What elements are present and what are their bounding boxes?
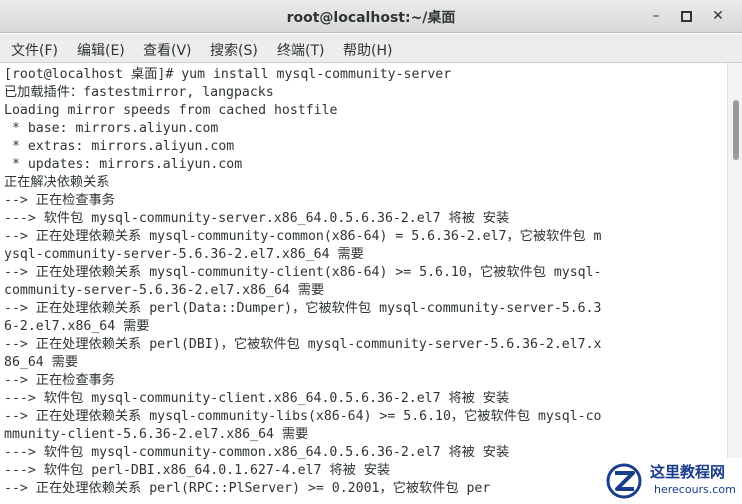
menu-edit[interactable]: 编辑(E) — [77, 40, 125, 60]
terminal-line: --> 正在处理依赖关系 mysql-community-client(x86-… — [4, 265, 602, 280]
terminal-line: 86_64 需要 — [4, 355, 79, 370]
terminal-line: 已加载插件：fastestmirror, langpacks — [4, 85, 274, 100]
terminal-line: 6-2.el7.x86_64 需要 — [4, 319, 150, 334]
terminal-line: * base: mirrors.aliyun.com — [4, 121, 219, 136]
menu-search[interactable]: 搜索(S) — [210, 40, 258, 60]
title-bar[interactable]: root@localhost:~/桌面 – ✕ — [0, 0, 742, 33]
terminal-line: mmunity-client-5.6.36-2.el7.x86_64 需要 — [4, 427, 309, 442]
terminal-line: ---> 软件包 mysql-community-client.x86_64.0… — [4, 391, 510, 406]
watermark: 这里教程网 herecours.com — [600, 458, 742, 504]
terminal-line: Loading mirror speeds from cached hostfi… — [4, 103, 338, 118]
window-title: root@localhost:~/桌面 — [286, 10, 456, 26]
terminal-line: --> 正在检查事务 — [4, 373, 115, 388]
terminal-line: --> 正在处理依赖关系 perl(DBI)，它被软件包 mysql-commu… — [4, 337, 602, 352]
terminal-line: ysql-community-server-5.6.36-2.el7.x86_6… — [4, 247, 364, 262]
watermark-name: 这里教程网 — [650, 463, 726, 481]
menu-help[interactable]: 帮助(H) — [343, 40, 392, 60]
close-icon: ✕ — [712, 8, 724, 24]
terminal-line: ---> 软件包 mysql-community-common.x86_64.0… — [4, 445, 510, 460]
terminal-line: --> 正在处理依赖关系 perl(RPC::PlServer) >= 0.20… — [4, 481, 491, 496]
terminal-line: --> 正在处理依赖关系 perl(Data::Dumper)，它被软件包 my… — [4, 301, 602, 316]
terminal-window: root@localhost:~/桌面 – ✕ 文件(F) 编辑(E) 查看(V… — [0, 0, 742, 504]
terminal-output[interactable]: [root@localhost 桌面]# yum install mysql-c… — [0, 63, 726, 504]
watermark-logo-icon — [606, 463, 642, 499]
close-button[interactable]: ✕ — [707, 5, 729, 27]
terminal-line: [root@localhost 桌面]# yum install mysql-c… — [4, 67, 452, 82]
menu-view[interactable]: 查看(V) — [143, 40, 192, 60]
watermark-url: herecours.com — [654, 483, 736, 496]
maximize-icon — [680, 11, 692, 22]
minimize-button[interactable]: – — [645, 5, 667, 27]
maximize-button[interactable] — [675, 5, 697, 27]
terminal-line: --> 正在处理依赖关系 mysql-community-libs(x86-64… — [4, 409, 602, 424]
terminal-line: --> 正在处理依赖关系 mysql-community-common(x86-… — [4, 229, 602, 244]
terminal-line: ---> 软件包 mysql-community-server.x86_64.0… — [4, 211, 510, 226]
menu-file[interactable]: 文件(F) — [11, 40, 58, 60]
menu-terminal[interactable]: 终端(T) — [277, 40, 324, 60]
menu-bar: 文件(F) 编辑(E) 查看(V) 搜索(S) 终端(T) 帮助(H) — [0, 34, 742, 63]
terminal-line: community-server-5.6.36-2.el7.x86_64 需要 — [4, 283, 325, 298]
terminal-line: * extras: mirrors.aliyun.com — [4, 139, 235, 154]
minimize-icon: – — [652, 8, 660, 24]
scrollbar-thumb[interactable] — [733, 100, 739, 160]
terminal-line: * updates: mirrors.aliyun.com — [4, 157, 243, 172]
terminal-line: --> 正在检查事务 — [4, 193, 115, 208]
terminal-line: ---> 软件包 perl-DBI.x86_64.0.1.627-4.el7 将… — [4, 463, 391, 478]
terminal-line: 正在解决依赖关系 — [4, 175, 110, 190]
